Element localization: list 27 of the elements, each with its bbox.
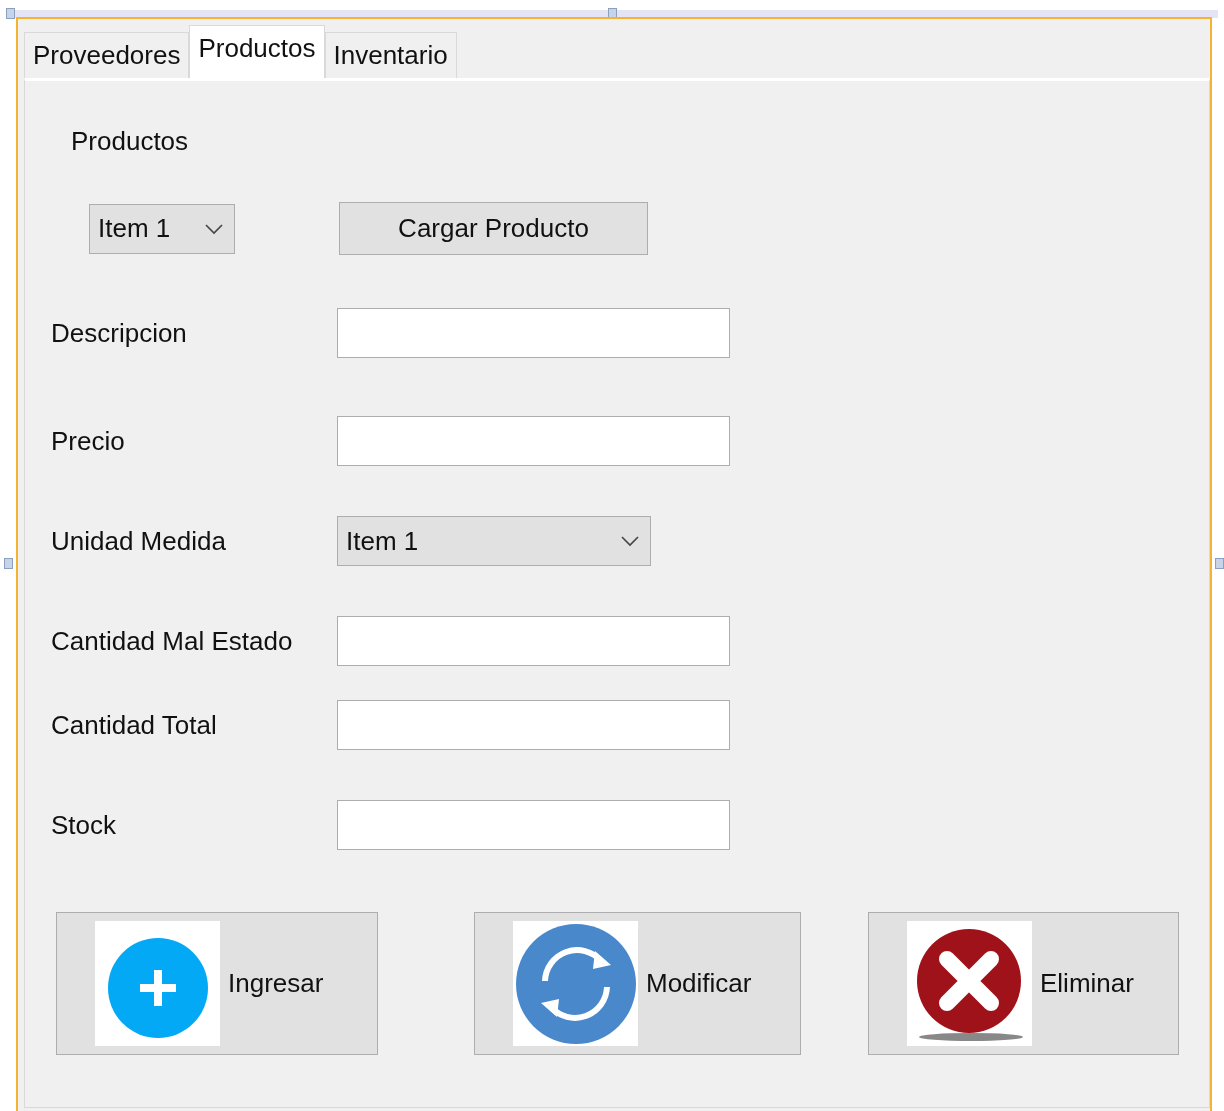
resize-handle[interactable]	[4, 558, 13, 569]
unit-dropdown[interactable]: Item 1	[337, 516, 651, 566]
field-label: Precio	[51, 425, 126, 457]
field-label: Cantidad Total	[51, 709, 218, 741]
refresh-icon	[514, 922, 637, 1045]
field-label: Unidad Medida	[51, 525, 227, 557]
input-field[interactable]	[337, 616, 730, 666]
tab[interactable]: Proveedores	[24, 32, 190, 78]
tab[interactable]: Inventario	[324, 32, 457, 78]
action-button[interactable]: Eliminar	[868, 912, 1179, 1055]
resize-handle[interactable]	[6, 8, 15, 19]
load-product-button[interactable]: Cargar Producto	[339, 202, 648, 255]
tab[interactable]: Productos	[189, 25, 325, 78]
resize-handle[interactable]	[1215, 558, 1224, 569]
input-field[interactable]	[337, 700, 730, 750]
input-field[interactable]	[337, 800, 730, 850]
chevron-icon	[204, 222, 224, 235]
chevron-icon	[620, 535, 640, 547]
section-title: Productos	[71, 125, 190, 158]
action-button[interactable]: Modificar	[474, 912, 801, 1055]
field-label: Stock	[51, 809, 118, 841]
input-field[interactable]	[337, 308, 730, 358]
input-field[interactable]	[337, 416, 730, 466]
action-button[interactable]: Ingresar	[56, 912, 378, 1055]
field-label: Cantidad Mal Estado	[51, 625, 294, 657]
field-label: Descripcion	[51, 317, 188, 349]
item-dropdown[interactable]: Item 1	[89, 203, 235, 254]
